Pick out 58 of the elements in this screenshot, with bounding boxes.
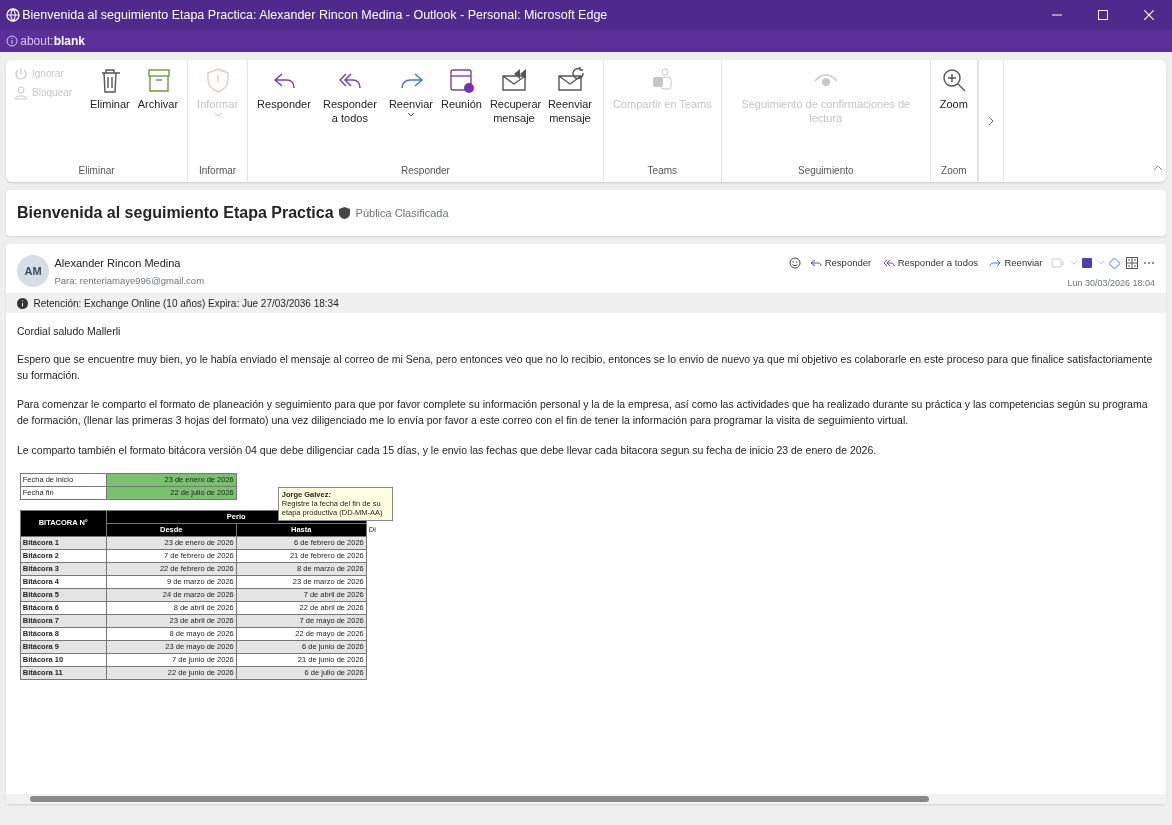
body-paragraph: Cordial saludo Mallerli [17,324,122,339]
group-label: Eliminar [77,164,116,178]
scrollbar-thumb[interactable] [30,796,929,802]
recipient-line: Para: renteriamaye996@gmail.com [54,274,206,289]
group-label: Zoom [940,164,968,178]
reply-icon [809,258,822,269]
group-label: Teams [646,164,679,178]
message-action-button[interactable]: Reenviar [986,255,1046,272]
caret-icon[interactable] [1070,261,1077,266]
chat-icon[interactable] [1051,257,1065,270]
address-text[interactable]: about:blank [20,32,85,50]
grid-icon[interactable] [1125,257,1138,270]
message-action-button[interactable]: Responder a todos [879,255,981,272]
ribbon-button[interactable]: Responder a todos [315,64,384,128]
forward-icon [989,258,1002,269]
horizontal-scrollbar[interactable] [6,794,1166,804]
chevron-right-icon [987,116,994,126]
ribbon-button[interactable]: Archivar [134,64,182,114]
close-icon [1144,10,1154,20]
group-label: Informar [197,164,238,178]
sender-name: Alexander Rincon Medina [54,256,182,271]
message-action-button[interactable]: Responder [806,255,875,272]
ribbon-button[interactable]: Responder [254,64,314,114]
retention-text: Retención: Exchange Online (10 años) Expira: Jue 27/03/2036 18:34 [33,296,339,311]
sensitivity-label: Pública Clasificada [355,205,449,221]
globe-icon [5,8,20,22]
more-icon[interactable] [1143,261,1155,266]
ribbon-button[interactable]: Eliminar [87,64,133,114]
chevron-up-icon [1153,165,1163,171]
maximize-icon [1098,10,1108,20]
group-label: Seguimiento [796,164,855,178]
message-date: Lun 30/03/2026 18:04 [1067,276,1155,290]
info-icon [5,35,18,47]
ribbon-button[interactable]: Zoom [936,64,971,114]
window-title: Bienvenida al seguimiento Etapa Practica: Alexander Rincon Medina - Outlook - Personal: Microsoft Edge [22,6,609,24]
subject-title: Bienvenida al seguimiento Etapa Practica [17,203,334,223]
body-paragraph: Le comparto también el formato bitácora versión 04 que debe diligenciar cada 15 días, y le envio las fechas que debe llevar cada bitacora segun su fecha de inicio 23 de enero de 2026. [17,442,878,458]
envelope-icon [555,66,584,94]
shield-icon [339,207,351,219]
diamond-icon[interactable] [1109,257,1120,269]
reply-all-icon [882,258,895,269]
body-paragraph: Espero que se encuentre muy bien, yo le había enviado el mensaje al correo de mi Sena, pero entonces veo que no lo recibio, entonces se lo envio de nuevo ya que mi objetivo es colaborarle en este proceso para que finalice satisfactoriamente su formación. [17,351,1154,383]
calendar-icon [447,66,476,94]
person-icon [14,85,28,100]
avatar: AM [17,255,49,287]
caret-icon[interactable] [1097,261,1104,266]
ribbon-button[interactable]: Reunión [437,64,485,114]
group-label: Responder [400,164,451,178]
body-paragraph: Para comenzar le comparto el formato de planeación y seguimiento para que por favor complete su información personal y la de la empresa, así como las actividades que ha realizado durante su práctica y las competencias según su programa de formación, (llenar las primeras 3 hojas del formato) una vez diligenciado me lo envía por favor a este correo con el fin de tener la información para programar la visita de seguimiento virtual. [17,397,1149,428]
ribbon-button[interactable]: Reenviar [385,64,436,120]
next-button[interactable] [977,60,1004,182]
ribbon-button[interactable]: Recuperar mensaje [486,64,541,128]
ribbon-button[interactable]: Reenviar mensaje [542,64,597,128]
smiley-icon[interactable] [789,257,802,270]
envelope-icon [499,66,528,94]
info-icon [17,297,28,309]
app-square-icon[interactable] [1082,258,1092,269]
power-icon [14,66,28,81]
